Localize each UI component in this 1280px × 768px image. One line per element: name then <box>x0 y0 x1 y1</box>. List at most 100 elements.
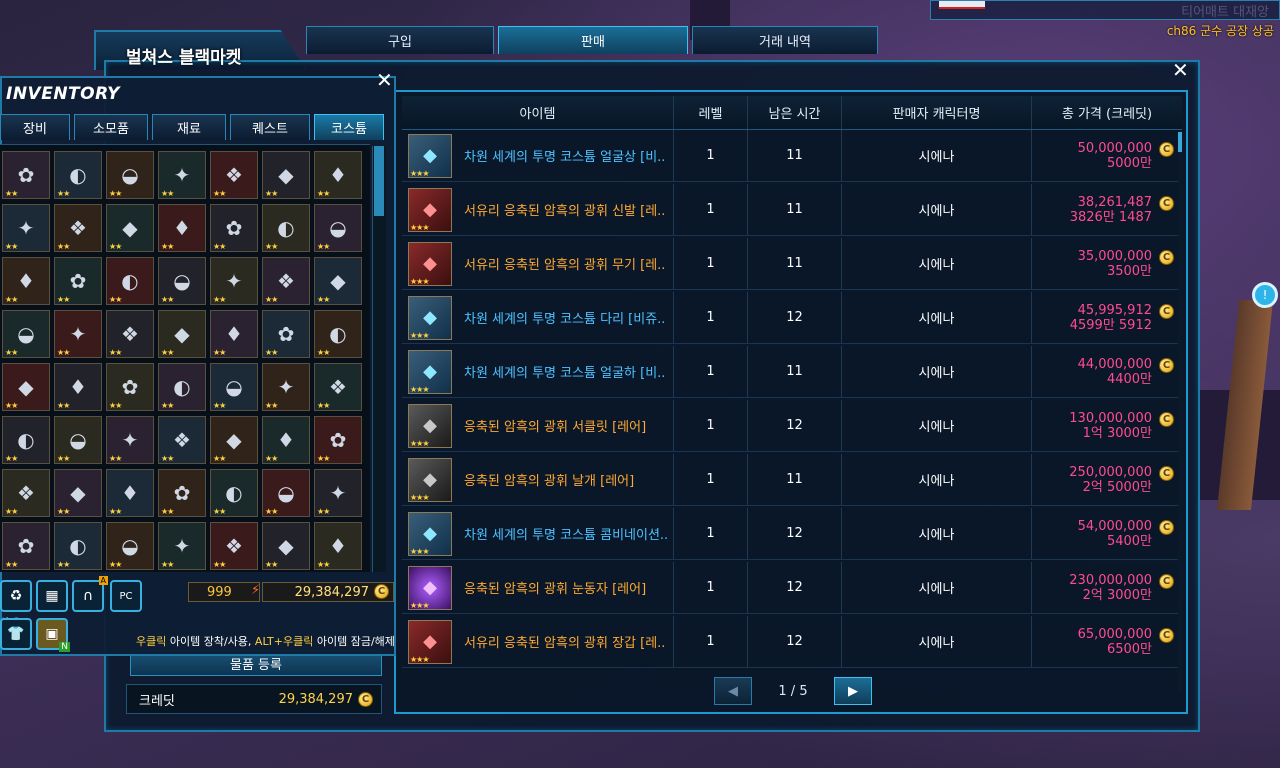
column-header-time[interactable]: 남은 시간 <box>748 96 842 129</box>
table-row[interactable]: ◆ ★★★ 차원 세계의 투명 코스튬 얼굴상 [비.. 1 11 시에나 50,000,0… <box>402 130 1182 182</box>
tab-sell[interactable]: 판매 <box>498 26 688 54</box>
quest-marker-icon[interactable]: ! <box>1252 282 1278 308</box>
inventory-slot[interactable]: ❖ ★★ <box>54 204 102 252</box>
inventory-slot[interactable]: ◒ ★★ <box>262 469 310 517</box>
level-cell: 1 <box>674 562 748 613</box>
inventory-slot[interactable]: ◆ ★★ <box>158 310 206 358</box>
inv-tab-materials[interactable]: 재료 <box>152 114 226 140</box>
inventory-slot[interactable]: ◐ ★★ <box>54 522 102 570</box>
inventory-slot[interactable]: ♦ ★★ <box>2 257 50 305</box>
column-header-seller[interactable]: 판매자 캐릭터명 <box>842 96 1032 129</box>
inventory-slot[interactable]: ◐ ★★ <box>2 416 50 464</box>
table-row[interactable]: ◆ ★★★ 서유리 응축된 암흑의 광휘 장갑 [레.. 1 12 시에나 65,000,0… <box>402 616 1182 668</box>
inventory-slot[interactable]: ◐ ★★ <box>158 363 206 411</box>
inventory-slot[interactable]: ✿ ★★ <box>314 416 362 464</box>
tab-history[interactable]: 거래 내역 <box>692 26 878 54</box>
inventory-slot[interactable]: ◐ ★★ <box>210 469 258 517</box>
item-name: 서유리 응축된 암흑의 광휘 장갑 [레.. <box>464 636 666 651</box>
inventory-slot[interactable]: ✦ ★★ <box>314 469 362 517</box>
inventory-slot[interactable]: ◆ ★★ <box>262 151 310 199</box>
inventory-slot[interactable]: ✦ ★★ <box>2 204 50 252</box>
inventory-scroll-thumb[interactable] <box>374 146 384 216</box>
inventory-slot[interactable]: ✦ ★★ <box>158 151 206 199</box>
inventory-slot[interactable]: ✦ ★★ <box>262 363 310 411</box>
inventory-slot[interactable]: ✿ ★★ <box>262 310 310 358</box>
column-header-level[interactable]: 레벨 <box>674 96 748 129</box>
star-rating-icon: ★★ <box>265 507 278 516</box>
inventory-slot[interactable]: ❖ ★★ <box>210 522 258 570</box>
item-thumbnail-icon: ◆ ★★★ <box>408 403 452 448</box>
inventory-slot[interactable]: ◒ ★★ <box>158 257 206 305</box>
pc-button[interactable]: PC <box>110 580 142 612</box>
table-row[interactable]: ◆ ★★★ 응축된 암흑의 광휘 날개 [레어] 1 11 시에나 250,000,000 2… <box>402 454 1182 506</box>
inventory-slot[interactable]: ❖ ★★ <box>2 469 50 517</box>
package-button[interactable]: ▣ N <box>36 618 70 652</box>
prev-page-button[interactable]: ◀ <box>714 677 752 705</box>
inventory-slot[interactable]: ♦ ★★ <box>262 416 310 464</box>
inv-tab-quest[interactable]: 퀘스트 <box>230 114 310 140</box>
table-scroll-thumb[interactable] <box>1178 132 1182 152</box>
inventory-slot[interactable]: ❖ ★★ <box>158 416 206 464</box>
inventory-slot[interactable]: ◐ ★★ <box>106 257 154 305</box>
inventory-slot[interactable]: ✿ ★★ <box>54 257 102 305</box>
inventory-slot[interactable]: ◒ ★★ <box>106 151 154 199</box>
table-row[interactable]: ◆ ★★★ 서유리 응축된 암흑의 광휘 신발 [레.. 1 11 시에나 38,261,4… <box>402 184 1182 236</box>
inv-tab-consumables[interactable]: 소모품 <box>74 114 148 140</box>
inventory-slot[interactable]: ❖ ★★ <box>106 310 154 358</box>
table-row[interactable]: ◆ ★★★ 응축된 암흑의 광휘 눈동자 [레어] 1 12 시에나 230,000,000… <box>402 562 1182 614</box>
inventory-slot[interactable]: ◆ ★★ <box>106 204 154 252</box>
magnet-button[interactable]: ∩ A <box>72 576 108 612</box>
delete-button[interactable]: ♻ <box>0 580 32 612</box>
table-row[interactable]: ◆ ★★★ 차원 세계의 투명 코스튬 다리 [비쥬.. 1 12 시에나 45,995,9… <box>402 292 1182 344</box>
costume-item-icon: ❖ <box>329 375 347 399</box>
inventory-slot[interactable]: ✦ ★★ <box>54 310 102 358</box>
inventory-slot[interactable]: ◒ ★★ <box>54 416 102 464</box>
inv-tab-costume[interactable]: 코스튬 <box>314 114 384 140</box>
inventory-slot[interactable]: ♦ ★★ <box>314 522 362 570</box>
inventory-slot[interactable]: ◒ ★★ <box>314 204 362 252</box>
inventory-slot[interactable]: ◒ ★★ <box>210 363 258 411</box>
costume-button[interactable]: 👕 <box>0 618 32 650</box>
column-header-price[interactable]: 총 가격 (크레딧) <box>1032 96 1182 129</box>
inventory-slot[interactable]: ♦ ★★ <box>106 469 154 517</box>
inventory-slot[interactable]: ❖ ★★ <box>210 151 258 199</box>
table-row[interactable]: ◆ ★★★ 응축된 암흑의 광휘 서클릿 [레어] 1 12 시에나 130,000,000… <box>402 400 1182 452</box>
tab-buy[interactable]: 구입 <box>306 26 494 54</box>
inventory-slot[interactable]: ✿ ★★ <box>106 363 154 411</box>
inventory-slot[interactable]: ✿ ★★ <box>2 522 50 570</box>
inventory-slot[interactable]: ◐ ★★ <box>314 310 362 358</box>
inventory-slot[interactable]: ♦ ★★ <box>158 204 206 252</box>
inventory-slot[interactable]: ♦ ★★ <box>210 310 258 358</box>
inv-tab-equipment[interactable]: 장비 <box>0 114 70 140</box>
inventory-slot[interactable]: ♦ ★★ <box>314 151 362 199</box>
inventory-slot[interactable]: ✦ ★★ <box>158 522 206 570</box>
grid-view-button[interactable]: ▦ <box>36 580 68 612</box>
inventory-slot[interactable]: ♦ ★★ <box>54 363 102 411</box>
inventory-slot[interactable]: ◆ ★★ <box>210 416 258 464</box>
market-close-icon[interactable]: ✕ <box>1172 60 1189 80</box>
inventory-slot[interactable]: ❖ ★★ <box>262 257 310 305</box>
inventory-slot[interactable]: ◆ ★★ <box>54 469 102 517</box>
inventory-slot[interactable]: ◐ ★★ <box>54 151 102 199</box>
inventory-slot[interactable]: ✦ ★★ <box>210 257 258 305</box>
inventory-slot[interactable]: ✿ ★★ <box>2 151 50 199</box>
inventory-slot[interactable]: ✿ ★★ <box>158 469 206 517</box>
inventory-slot[interactable]: ❖ ★★ <box>314 363 362 411</box>
table-row[interactable]: ◆ ★★★ 차원 세계의 투명 코스튬 얼굴하 [비.. 1 11 시에나 44,000,0… <box>402 346 1182 398</box>
inventory-slot[interactable]: ◆ ★★ <box>314 257 362 305</box>
inventory-slot[interactable]: ◒ ★★ <box>106 522 154 570</box>
next-page-button[interactable]: ▶ <box>834 677 872 705</box>
costume-item-icon: ❖ <box>173 428 191 452</box>
table-row[interactable]: ◆ ★★★ 서유리 응축된 암흑의 광휘 무기 [레.. 1 11 시에나 35,000,0… <box>402 238 1182 290</box>
item-name: 차원 세계의 투명 코스튬 콤비네이션.. <box>464 528 669 543</box>
table-row[interactable]: ◆ ★★★ 차원 세계의 투명 코스튬 콤비네이션.. 1 12 시에나 54,000,00… <box>402 508 1182 560</box>
inventory-slot[interactable]: ◒ ★★ <box>2 310 50 358</box>
column-header-item[interactable]: 아이템 <box>402 96 674 129</box>
inventory-slot[interactable]: ✦ ★★ <box>106 416 154 464</box>
table-scrollbar[interactable] <box>1178 132 1182 692</box>
inventory-slot[interactable]: ◆ ★★ <box>2 363 50 411</box>
inventory-slot[interactable]: ◆ ★★ <box>262 522 310 570</box>
inventory-slot[interactable]: ◐ ★★ <box>262 204 310 252</box>
inventory-slot[interactable]: ✿ ★★ <box>210 204 258 252</box>
inventory-close-icon[interactable]: ✕ <box>376 70 393 90</box>
